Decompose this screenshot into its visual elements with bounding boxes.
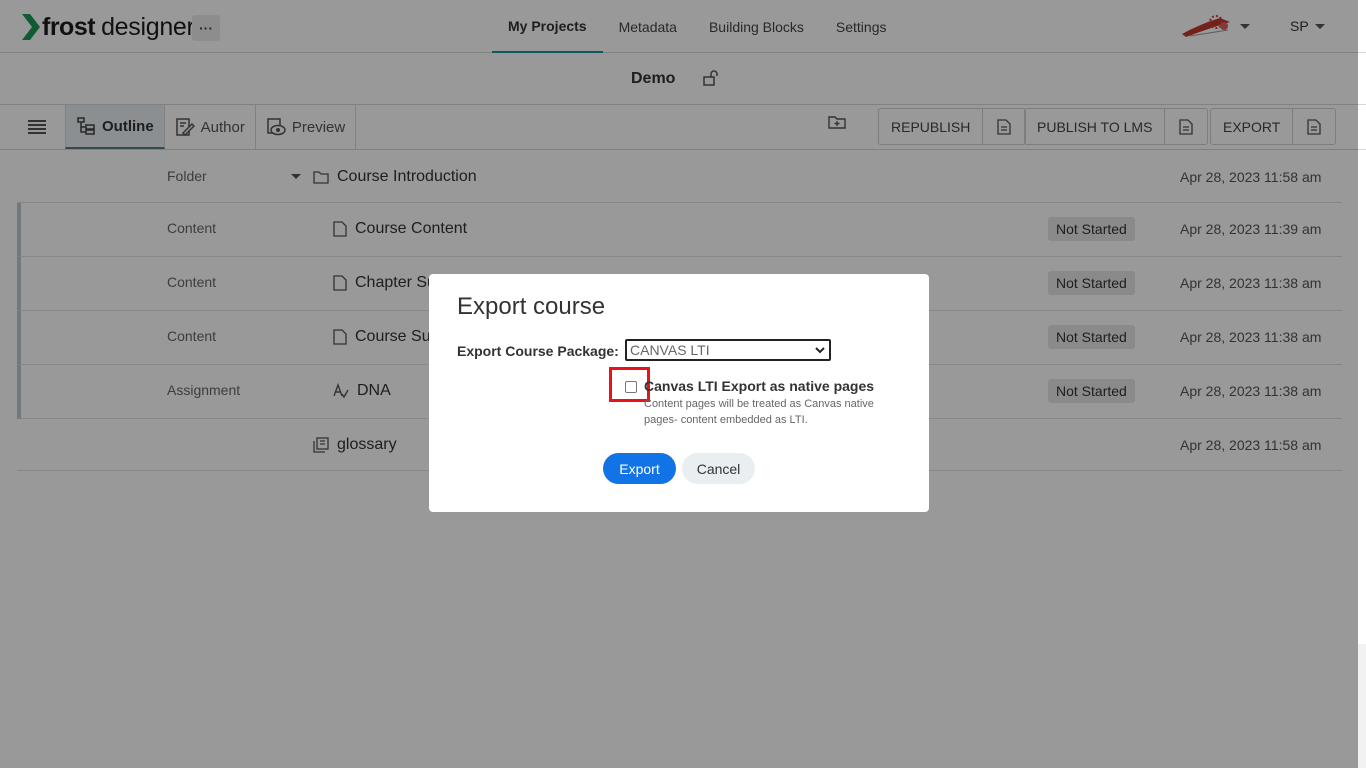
dialog-title: Export course <box>457 293 606 320</box>
export-course-dialog: Export course Export Course Package: CAN… <box>429 274 929 512</box>
chevron-down-icon <box>815 346 825 353</box>
native-pages-checkbox[interactable] <box>625 381 637 393</box>
package-select[interactable]: CANVAS LTI <box>625 339 831 361</box>
checkbox-label[interactable]: Canvas LTI Export as native pages <box>644 378 874 394</box>
export-button[interactable]: Export <box>603 453 676 484</box>
package-label: Export Course Package: <box>457 343 619 359</box>
checkbox-help-text: Content pages will be treated as Canvas … <box>644 398 874 426</box>
package-select-value: CANVAS LTI <box>630 342 710 358</box>
scrollbar[interactable] <box>1358 644 1366 768</box>
cancel-button[interactable]: Cancel <box>682 453 755 484</box>
